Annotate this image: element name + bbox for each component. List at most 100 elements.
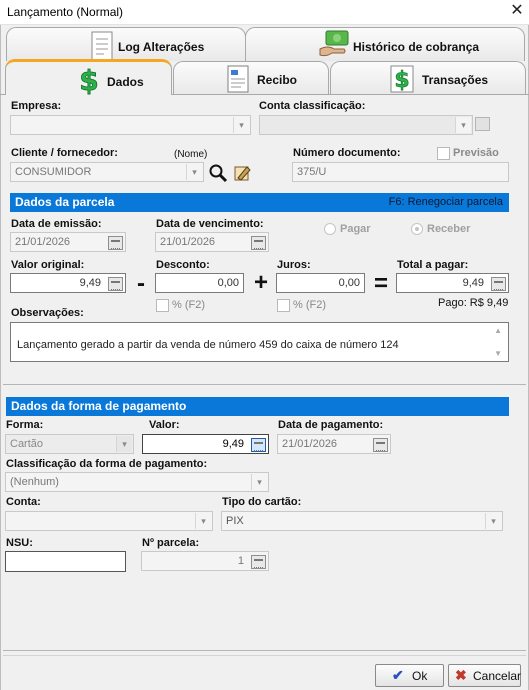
valor-label: Valor: bbox=[149, 419, 180, 431]
empresa-select[interactable]: ▾ bbox=[10, 115, 251, 135]
classificacao-pagamento-label: Classificação da forma de pagamento: bbox=[6, 458, 208, 470]
pagar-label: Pagar bbox=[340, 223, 371, 235]
dados-parcela-header: Dados da parcela F6: Renegociar parcela bbox=[10, 193, 509, 212]
nsu-field[interactable] bbox=[5, 551, 126, 572]
chevron-down-icon: ▾ bbox=[186, 164, 202, 180]
footer-divider bbox=[3, 650, 526, 651]
observacoes-label: Observações: bbox=[11, 307, 84, 319]
numero-parcela-label: Nº parcela: bbox=[142, 537, 200, 549]
desconto-field[interactable]: 0,00 bbox=[155, 273, 244, 293]
empresa-label: Empresa: bbox=[11, 100, 62, 112]
conta-classificacao-label: Conta classificação: bbox=[259, 100, 366, 112]
calendar-icon[interactable] bbox=[108, 236, 123, 250]
tab-dados-label: Dados bbox=[107, 75, 144, 89]
dollar-icon: $ bbox=[390, 65, 414, 93]
receipt-icon bbox=[227, 65, 249, 93]
divider bbox=[3, 384, 526, 385]
dollar-icon: $ bbox=[79, 65, 99, 95]
previsao-checkbox[interactable] bbox=[437, 147, 450, 160]
scroll-up-icon[interactable]: ▲ bbox=[494, 326, 502, 335]
chevron-down-icon: ▾ bbox=[116, 436, 132, 452]
valor-original-label: Valor original: bbox=[11, 259, 85, 271]
tab-dados[interactable]: $ Dados bbox=[5, 59, 172, 95]
cancel-button-label: Cancelar bbox=[473, 669, 522, 683]
tipo-cartao-select[interactable]: PIX ▾ bbox=[221, 511, 503, 531]
observacoes-textarea[interactable]: Lançamento gerado a partir da venda de n… bbox=[10, 322, 509, 362]
desconto-label: Desconto: bbox=[156, 259, 210, 271]
conta-label: Conta: bbox=[6, 496, 41, 508]
tab-recibo-label: Recibo bbox=[257, 73, 298, 87]
cliente-hint: (Nome) bbox=[174, 149, 208, 160]
nsu-label: NSU: bbox=[6, 537, 33, 549]
tab-transacoes[interactable]: $ Transações bbox=[330, 61, 526, 94]
dados-pagamento-title: Dados da forma de pagamento bbox=[11, 399, 187, 413]
forma-label: Forma: bbox=[6, 419, 44, 431]
calculator-icon[interactable] bbox=[251, 438, 266, 452]
desconto-percent-checkbox[interactable] bbox=[156, 299, 169, 312]
ok-button-label: Ok bbox=[412, 669, 428, 683]
tab-historico-cobranca[interactable]: Histórico de cobrança bbox=[245, 27, 525, 61]
receber-radio[interactable] bbox=[411, 223, 423, 235]
calendar-icon[interactable] bbox=[373, 438, 388, 452]
search-icon[interactable] bbox=[208, 163, 228, 183]
dados-parcela-title: Dados da parcela bbox=[15, 195, 115, 209]
classificacao-pagamento-select[interactable]: (Nenhum) ▾ bbox=[5, 472, 269, 492]
footer-divider bbox=[3, 655, 526, 656]
tab-historico-cobranca-label: Histórico de cobrança bbox=[353, 40, 480, 54]
tipo-cartao-label: Tipo do cartão: bbox=[222, 496, 302, 508]
edit-record-icon[interactable] bbox=[232, 163, 252, 183]
conta-classificacao-edit-button[interactable] bbox=[475, 117, 490, 131]
close-icon[interactable]: ✕ bbox=[508, 2, 526, 20]
svg-text:$: $ bbox=[394, 68, 409, 93]
calculator-icon[interactable] bbox=[108, 277, 123, 291]
stepper-icon[interactable] bbox=[251, 555, 266, 569]
pagar-radio[interactable] bbox=[324, 223, 336, 235]
calculator-icon[interactable] bbox=[491, 277, 506, 291]
valor-pagamento-field[interactable]: 9,49 bbox=[142, 434, 269, 454]
data-vencimento-field[interactable]: 21/01/2026 bbox=[155, 232, 269, 252]
data-vencimento-label: Data de vencimento: bbox=[156, 218, 264, 230]
pago-text: Pago: R$ 9,49 bbox=[438, 297, 509, 309]
chevron-down-icon: ▾ bbox=[251, 474, 267, 490]
tab-log-alteracoes[interactable]: Log Alterações bbox=[6, 27, 246, 61]
conta-select[interactable]: ▾ bbox=[5, 511, 213, 531]
tab-log-alteracoes-label: Log Alterações bbox=[118, 40, 205, 54]
numero-parcela-field[interactable]: 1 bbox=[141, 551, 269, 571]
numero-documento-label: Número documento: bbox=[293, 147, 401, 159]
cancel-button[interactable]: ✖ Cancelar bbox=[448, 664, 521, 687]
check-icon: ✔ bbox=[392, 667, 404, 683]
data-pagamento-label: Data de pagamento: bbox=[278, 419, 384, 431]
juros-percent-checkbox[interactable] bbox=[277, 299, 290, 312]
scroll-down-icon[interactable]: ▼ bbox=[494, 349, 502, 358]
equals-operator: = bbox=[373, 270, 388, 297]
juros-label: Juros: bbox=[277, 259, 311, 271]
cancel-x-icon: ✖ bbox=[455, 667, 467, 683]
valor-original-field[interactable]: 9,49 bbox=[10, 273, 126, 293]
money-hand-icon bbox=[319, 30, 349, 57]
total-pagar-field[interactable]: 9,49 bbox=[396, 273, 509, 293]
chevron-down-icon: ▾ bbox=[485, 513, 501, 529]
svg-text:$: $ bbox=[79, 65, 98, 95]
window-title: Lançamento (Normal) bbox=[7, 5, 124, 19]
chevron-down-icon: ▾ bbox=[455, 117, 471, 133]
numero-documento-field[interactable]: 375/U bbox=[292, 162, 509, 182]
tab-recibo[interactable]: Recibo bbox=[173, 61, 329, 94]
data-emissao-field[interactable]: 21/01/2026 bbox=[10, 232, 126, 252]
ok-button[interactable]: ✔ Ok bbox=[375, 664, 444, 687]
data-pagamento-field[interactable]: 21/01/2026 bbox=[277, 434, 391, 454]
receber-label: Receber bbox=[427, 223, 471, 235]
tab-transacoes-label: Transações bbox=[422, 73, 489, 87]
previsao-label: Previsão bbox=[453, 147, 499, 159]
cliente-select[interactable]: CONSUMIDOR ▾ bbox=[10, 162, 204, 182]
data-emissao-label: Data de emissão: bbox=[11, 218, 102, 230]
calendar-icon[interactable] bbox=[251, 236, 266, 250]
conta-classificacao-select[interactable]: ▾ bbox=[259, 115, 473, 135]
juros-percent-label: % (F2) bbox=[293, 299, 326, 311]
cliente-label: Cliente / fornecedor: bbox=[11, 147, 118, 159]
juros-field[interactable]: 0,00 bbox=[276, 273, 365, 293]
total-pagar-label: Total a pagar: bbox=[397, 259, 469, 271]
forma-select[interactable]: Cartão ▾ bbox=[5, 434, 134, 454]
chevron-down-icon: ▾ bbox=[195, 513, 211, 529]
title-bar: Lançamento (Normal) ✕ bbox=[0, 0, 529, 25]
minus-operator: - bbox=[137, 270, 145, 297]
